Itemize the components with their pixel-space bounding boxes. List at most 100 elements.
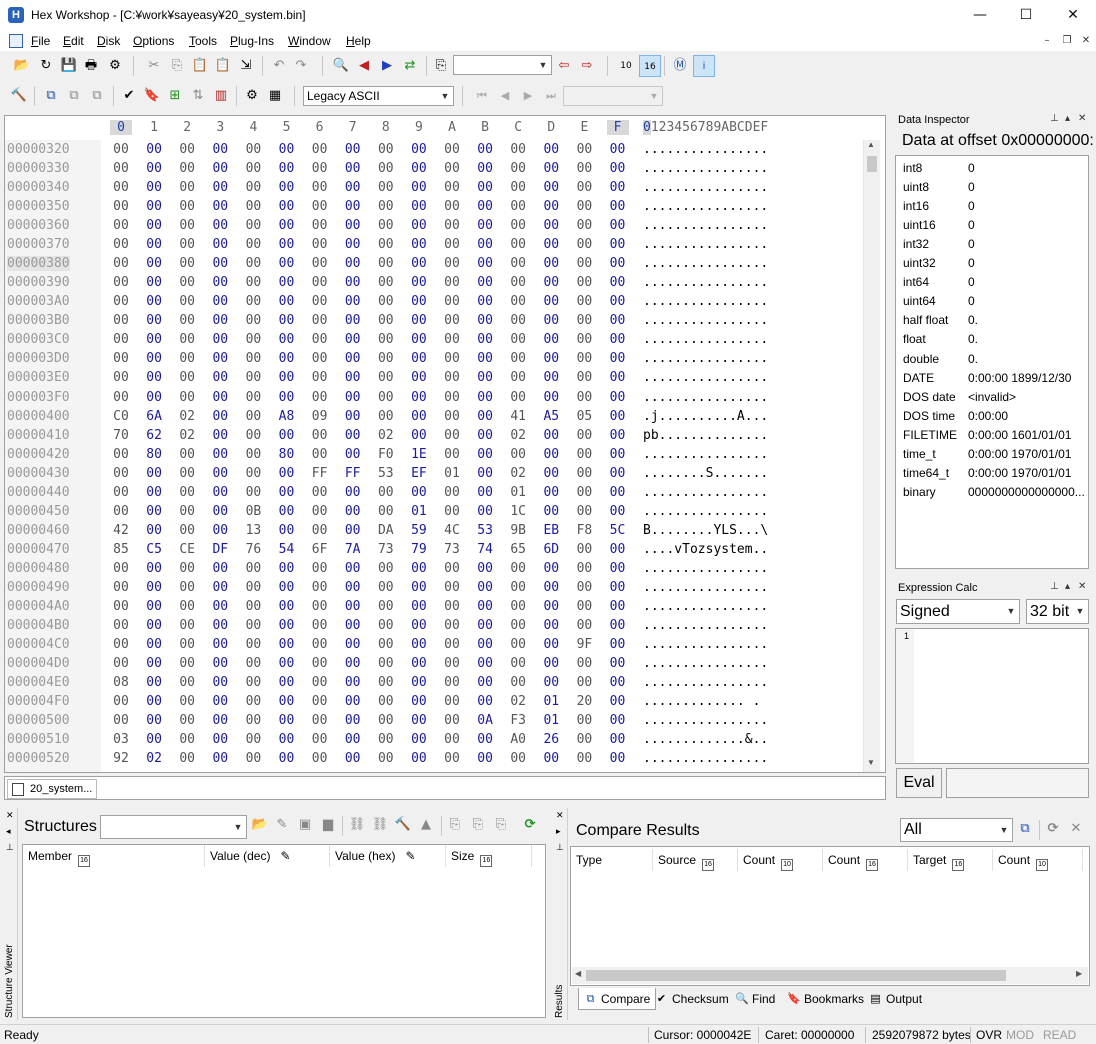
hex-byte[interactable]: 00 [176, 370, 198, 385]
hex-byte[interactable]: 00 [540, 256, 562, 271]
hex-byte[interactable]: 54 [276, 542, 298, 557]
hex-byte[interactable]: 00 [309, 256, 331, 271]
hex-byte[interactable]: 70 [110, 428, 132, 443]
undo-icon[interactable]: ↶ [268, 55, 290, 77]
hex-byte[interactable]: 00 [375, 637, 397, 652]
hex-byte[interactable]: 00 [540, 275, 562, 290]
hex-byte[interactable]: 00 [607, 751, 629, 766]
hex-byte[interactable]: 00 [573, 237, 595, 252]
hex-byte[interactable]: 00 [573, 751, 595, 766]
hex-byte[interactable]: 00 [474, 561, 496, 576]
hex-byte[interactable]: 00 [607, 313, 629, 328]
hex-byte[interactable]: 00 [143, 618, 165, 633]
replace-icon[interactable]: ⇄ [399, 55, 421, 77]
paste-icon[interactable]: 📋 [189, 55, 211, 77]
hex-byte[interactable]: 00 [110, 599, 132, 614]
document-icon[interactable] [9, 34, 23, 48]
hex-byte[interactable]: 00 [342, 332, 364, 347]
hex-byte[interactable]: 00 [309, 142, 331, 157]
inspector-row[interactable]: int64 0 [896, 272, 1088, 291]
panel-close-icon[interactable]: ✕ [6, 810, 14, 821]
hex-byte[interactable]: 00 [408, 351, 430, 366]
link-icon[interactable]: ⛓ [346, 814, 368, 836]
hex-byte[interactable]: 00 [176, 713, 198, 728]
hex-byte[interactable]: 00 [276, 199, 298, 214]
hex-byte[interactable]: 1E [408, 447, 430, 462]
hex-byte[interactable]: 00 [342, 161, 364, 176]
hex-byte[interactable]: 00 [607, 294, 629, 309]
hex-byte[interactable]: 00 [242, 294, 264, 309]
hex-byte[interactable]: 00 [110, 466, 132, 481]
hex-byte[interactable]: 00 [408, 180, 430, 195]
hex-byte[interactable]: 00 [474, 332, 496, 347]
hex-byte[interactable]: 00 [441, 504, 463, 519]
hex-byte[interactable]: 00 [375, 675, 397, 690]
find-next-icon[interactable]: ▶ [376, 55, 398, 77]
hex-byte[interactable]: 00 [540, 504, 562, 519]
hex-byte[interactable]: 02 [507, 694, 529, 709]
hex-byte[interactable]: 92 [110, 751, 132, 766]
hex-byte[interactable]: DF [209, 542, 231, 557]
hex-byte[interactable]: 00 [110, 656, 132, 671]
hex-byte[interactable]: 00 [375, 370, 397, 385]
hex-byte[interactable]: 00 [607, 637, 629, 652]
collapse-icon[interactable]: ▴ [1065, 113, 1070, 124]
base16-icon[interactable]: 16 [639, 55, 661, 77]
hex-byte[interactable]: 00 [276, 561, 298, 576]
hex-byte[interactable]: 00 [375, 618, 397, 633]
hex-byte[interactable]: 00 [209, 485, 231, 500]
hex-byte[interactable]: 00 [242, 180, 264, 195]
hex-byte[interactable]: 00 [209, 732, 231, 747]
hex-byte[interactable]: 00 [242, 409, 264, 424]
hex-byte[interactable]: 00 [242, 428, 264, 443]
hex-byte[interactable]: 00 [309, 675, 331, 690]
ascii-text[interactable]: ................ [643, 504, 768, 519]
hex-byte[interactable]: 00 [242, 161, 264, 176]
hex-byte[interactable]: 00 [573, 256, 595, 271]
open-structure-icon[interactable]: 📂 [249, 814, 271, 836]
hex-byte[interactable]: 00 [110, 504, 132, 519]
operations-icon[interactable]: ⇅ [187, 85, 209, 107]
ascii-text[interactable]: ................ [643, 161, 768, 176]
hex-byte[interactable]: 00 [276, 504, 298, 519]
collapse-icon[interactable]: ◂ [6, 826, 11, 837]
hex-byte[interactable]: 00 [607, 180, 629, 195]
hex-byte[interactable]: 00 [209, 390, 231, 405]
hex-byte[interactable]: 00 [441, 751, 463, 766]
unlink-icon[interactable]: ⛓ [369, 814, 391, 836]
column-size[interactable]: Size 16 [446, 845, 532, 867]
hex-byte[interactable]: 00 [408, 142, 430, 157]
hex-row[interactable]: 00000380 00 00 00 00 00 00 00 00 00 00 00 00 00 00 00 00… [5, 256, 865, 275]
hex-byte[interactable]: 00 [276, 580, 298, 595]
hex-row[interactable]: 000003B0 00 00 00 00 00 00 00 00 00 00 00 00 00 00 00 00… [5, 313, 865, 332]
hex-byte[interactable]: 00 [342, 180, 364, 195]
hex-row[interactable]: 00000420 00 80 00 00 00 80 00 00 F0 1E 00 00 00 00 00 00… [5, 447, 865, 466]
hex-byte[interactable]: 00 [176, 656, 198, 671]
hex-byte[interactable]: 00 [607, 428, 629, 443]
hex-byte[interactable]: 00 [441, 237, 463, 252]
hex-byte[interactable]: 00 [342, 256, 364, 271]
hex-byte[interactable]: FF [309, 466, 331, 481]
hex-byte[interactable]: 00 [342, 142, 364, 157]
hex-byte[interactable]: 00 [342, 199, 364, 214]
hex-byte[interactable]: 00 [176, 161, 198, 176]
hex-byte[interactable]: 00 [474, 504, 496, 519]
hex-byte[interactable]: 00 [176, 390, 198, 405]
mdi-minimize-button[interactable]: – [1038, 33, 1056, 49]
hex-byte[interactable]: 00 [507, 656, 529, 671]
hex-byte[interactable]: 00 [143, 313, 165, 328]
hex-byte[interactable]: 00 [540, 656, 562, 671]
hex-byte[interactable]: 00 [276, 656, 298, 671]
hex-byte[interactable]: 85 [110, 542, 132, 557]
bookmark-icon[interactable]: 🔖 [141, 85, 163, 107]
ascii-text[interactable]: B........YLS...\ [643, 523, 768, 538]
hex-byte[interactable]: 00 [176, 237, 198, 252]
hex-byte[interactable]: 00 [176, 180, 198, 195]
ascii-text[interactable]: ................ [643, 237, 768, 252]
hex-byte[interactable]: 00 [607, 218, 629, 233]
hex-byte[interactable]: 00 [143, 694, 165, 709]
menu-window[interactable]: Window [288, 34, 331, 48]
hex-byte[interactable]: 00 [176, 199, 198, 214]
copy-icon[interactable]: ⎘ [444, 814, 466, 836]
hex-byte[interactable]: 00 [143, 294, 165, 309]
